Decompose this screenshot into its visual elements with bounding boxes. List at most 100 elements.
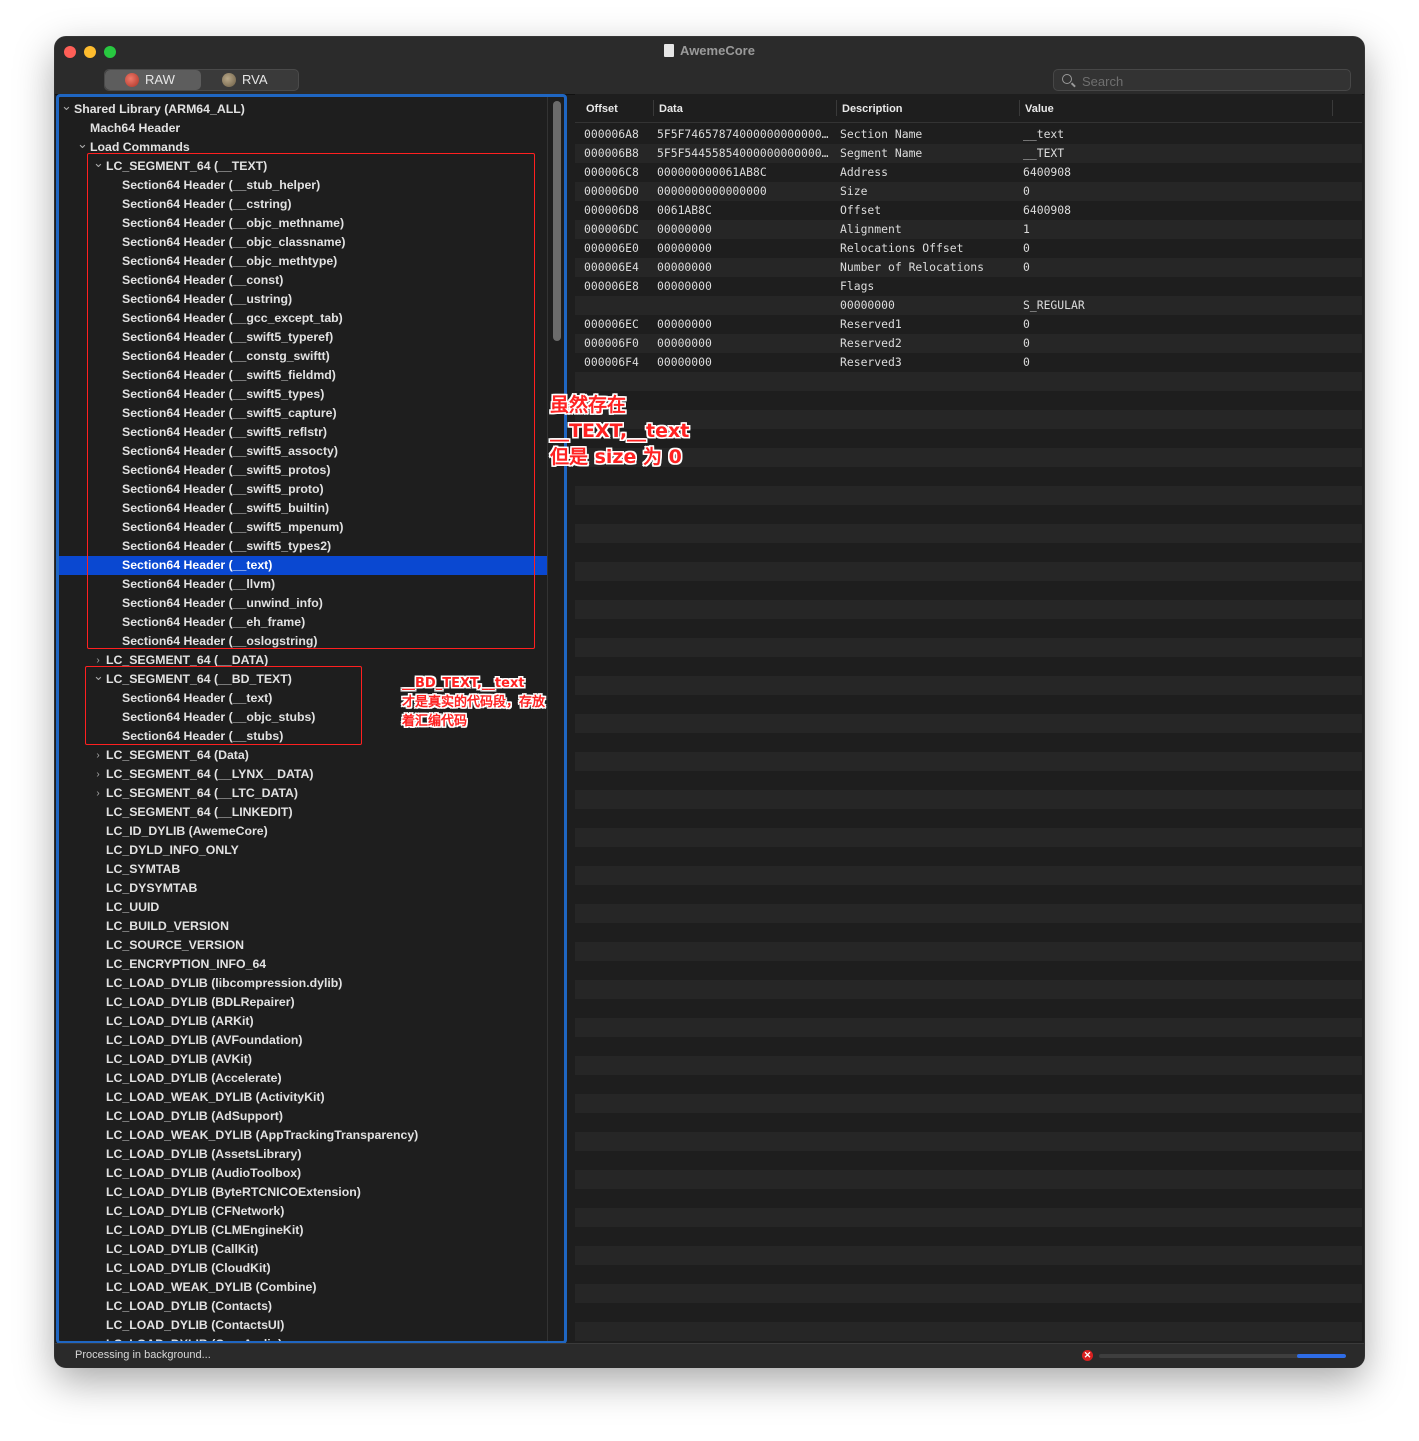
table-row[interactable]: 000006E4 00000000 Number of Relocations 0	[575, 258, 1362, 277]
progress-fill	[1296, 1354, 1346, 1358]
raw-icon	[125, 73, 139, 87]
annotation-note-bd-text: __BD_TEXT,__text 才是真实的代码段，存放着汇编代码	[402, 674, 552, 731]
outline-row[interactable]: LC_SOURCE_VERSION	[59, 936, 547, 955]
outline-row[interactable]: LC_LOAD_WEAK_DYLIB (Combine)	[59, 1278, 547, 1297]
chevron-right-icon[interactable]: ›	[93, 746, 103, 765]
cell-value: 0	[1023, 260, 1030, 274]
outline-row[interactable]: LC_LOAD_DYLIB (Accelerate)	[59, 1069, 547, 1088]
table-row[interactable]: 000006D8 0061AB8C Offset 6400908	[575, 201, 1362, 220]
outline-row-label: LC_LOAD_DYLIB (AssetsLibrary)	[106, 1147, 302, 1161]
raw-mode-button[interactable]: RAW	[105, 70, 201, 90]
outline-row[interactable]: LC_LOAD_DYLIB (BDLRepairer)	[59, 993, 547, 1012]
outline-row[interactable]: LC_LOAD_DYLIB (AssetsLibrary)	[59, 1145, 547, 1164]
outline-row[interactable]: LC_LOAD_DYLIB (AdSupport)	[59, 1107, 547, 1126]
table-header: Offset Data Description Value	[575, 94, 1362, 123]
outline-row[interactable]: LC_LOAD_WEAK_DYLIB (AppTrackingTranspare…	[59, 1126, 547, 1145]
cell-description: Section Name	[840, 127, 923, 141]
chevron-right-icon[interactable]: ›	[93, 765, 103, 784]
cell-offset: 000006F0	[584, 336, 639, 350]
search-input[interactable]	[1080, 72, 1344, 90]
cell-data: 5F5F74657874000000000000000000000000	[657, 127, 832, 141]
annotation-line: __TEXT,__text	[550, 420, 690, 442]
cell-offset: 000006EC	[584, 317, 639, 331]
outline-row[interactable]: LC_ENCRYPTION_INFO_64	[59, 955, 547, 974]
error-icon[interactable]: ✕	[1082, 1350, 1093, 1361]
table-row[interactable]: 000006F4 00000000 Reserved3 0	[575, 353, 1362, 372]
outline-row[interactable]: Mach64 Header	[59, 119, 547, 138]
cell-data: 00000000	[657, 317, 712, 331]
column-header-description[interactable]: Description	[842, 103, 903, 115]
outline-scrollbar[interactable]	[553, 101, 561, 341]
outline-row[interactable]: LC_LOAD_WEAK_DYLIB (ActivityKit)	[59, 1088, 547, 1107]
chevron-down-icon[interactable]: ⌄	[61, 97, 72, 115]
rva-mode-button[interactable]: RVA	[202, 70, 298, 90]
column-header-value[interactable]: Value	[1025, 103, 1054, 115]
cell-description: Size	[840, 184, 868, 198]
cell-offset: 000006C8	[584, 165, 639, 179]
outline-row[interactable]: LC_LOAD_DYLIB (ARKit)	[59, 1012, 547, 1031]
outline-row[interactable]: LC_BUILD_VERSION	[59, 917, 547, 936]
table-row[interactable]: 000006E8 00000000 Flags	[575, 277, 1362, 296]
outline-row-label: LC_SEGMENT_64 (Data)	[106, 748, 249, 762]
outline-row[interactable]: LC_SEGMENT_64 (__LINKEDIT)	[59, 803, 547, 822]
cell-description: Flags	[840, 279, 875, 293]
outline-row[interactable]: LC_LOAD_DYLIB (AVFoundation)	[59, 1031, 547, 1050]
column-header-offset[interactable]: Offset	[586, 103, 618, 115]
table-row[interactable]: 00000000 S_REGULAR	[575, 296, 1362, 315]
outline-row[interactable]: LC_LOAD_DYLIB (AudioToolbox)	[59, 1164, 547, 1183]
column-header-data[interactable]: Data	[659, 103, 683, 115]
outline-row[interactable]: LC_LOAD_DYLIB (AVKit)	[59, 1050, 547, 1069]
cell-description: Reserved2	[840, 336, 902, 350]
outline-row[interactable]: LC_LOAD_DYLIB (ContactsUI)	[59, 1316, 547, 1335]
outline-row[interactable]: LC_LOAD_DYLIB (CFNetwork)	[59, 1202, 547, 1221]
outline-row[interactable]: LC_LOAD_DYLIB (ByteRTCNICOExtension)	[59, 1183, 547, 1202]
outline-row[interactable]: › LC_SEGMENT_64 (Data)	[59, 746, 547, 765]
search-field[interactable]	[1053, 69, 1351, 91]
outline-row-label: LC_DYSYMTAB	[106, 881, 198, 895]
outline-row[interactable]: LC_LOAD_DYLIB (CloudKit)	[59, 1259, 547, 1278]
column-separator	[836, 100, 837, 116]
outline-row-label: LC_DYLD_INFO_ONLY	[106, 843, 239, 857]
table-row[interactable]: 000006A8 5F5F7465787400000000000000000000…	[575, 125, 1362, 144]
cell-data: 00000000	[657, 241, 712, 255]
cell-value: 0	[1023, 355, 1030, 369]
outline-row[interactable]: › LC_SEGMENT_64 (__LTC_DATA)	[59, 784, 547, 803]
table-row[interactable]: 000006F0 00000000 Reserved2 0	[575, 334, 1362, 353]
cell-offset: 000006B8	[584, 146, 639, 160]
cell-value: __text	[1023, 127, 1065, 141]
table-row[interactable]: 000006C8 000000000061AB8C Address 6400908	[575, 163, 1362, 182]
cell-offset: 000006E8	[584, 279, 639, 293]
cell-value: 6400908	[1023, 165, 1072, 179]
outline-row-label: LC_UUID	[106, 900, 160, 914]
chevron-right-icon[interactable]: ›	[93, 784, 103, 803]
cell-data: 00000000	[657, 355, 712, 369]
outline-row[interactable]: LC_ID_DYLIB (AwemeCore)	[59, 822, 547, 841]
outline-row[interactable]: LC_LOAD_DYLIB (CallKit)	[59, 1240, 547, 1259]
table-row[interactable]: 000006B8 5F5F5445585400000000000000000000…	[575, 144, 1362, 163]
outline-row-label: LC_LOAD_DYLIB (CallKit)	[106, 1242, 259, 1256]
cell-value: 0	[1023, 336, 1030, 350]
outline-row[interactable]: LC_DYLD_INFO_ONLY	[59, 841, 547, 860]
table-row[interactable]: 000006EC 00000000 Reserved1 0	[575, 315, 1362, 334]
cell-offset: 000006F4	[584, 355, 639, 369]
outline-row-label: LC_LOAD_DYLIB (Accelerate)	[106, 1071, 282, 1085]
outline-row[interactable]: LC_UUID	[59, 898, 547, 917]
table-row[interactable]: 000006E0 00000000 Relocations Offset 0	[575, 239, 1362, 258]
outline-row[interactable]: LC_LOAD_DYLIB (libcompression.dylib)	[59, 974, 547, 993]
annotation-box-text-segment	[87, 153, 535, 649]
outline-row[interactable]: LC_DYSYMTAB	[59, 879, 547, 898]
column-separator	[1019, 100, 1020, 116]
table-row[interactable]: 000006DC 00000000 Alignment 1	[575, 220, 1362, 239]
outline-row-label: LC_LOAD_WEAK_DYLIB (AppTrackingTranspare…	[106, 1128, 419, 1142]
outline-row-label: LC_LOAD_DYLIB (AVKit)	[106, 1052, 252, 1066]
outline-row[interactable]: LC_LOAD_DYLIB (CLMEngineKit)	[59, 1221, 547, 1240]
outline-row[interactable]: LC_LOAD_DYLIB (Contacts)	[59, 1297, 547, 1316]
cell-description: Reserved1	[840, 317, 902, 331]
chevron-down-icon[interactable]: ⌄	[77, 134, 88, 153]
cell-offset: 000006A8	[584, 127, 639, 141]
outline-row[interactable]: LC_SYMTAB	[59, 860, 547, 879]
outline-row[interactable]: ⌄ Shared Library (ARM64_ALL)	[59, 98, 547, 119]
outline-row[interactable]: › LC_SEGMENT_64 (__LYNX__DATA)	[59, 765, 547, 784]
table-row[interactable]: 000006D0 0000000000000000 Size 0	[575, 182, 1362, 201]
outline-row-label: LC_LOAD_WEAK_DYLIB (ActivityKit)	[106, 1090, 325, 1104]
